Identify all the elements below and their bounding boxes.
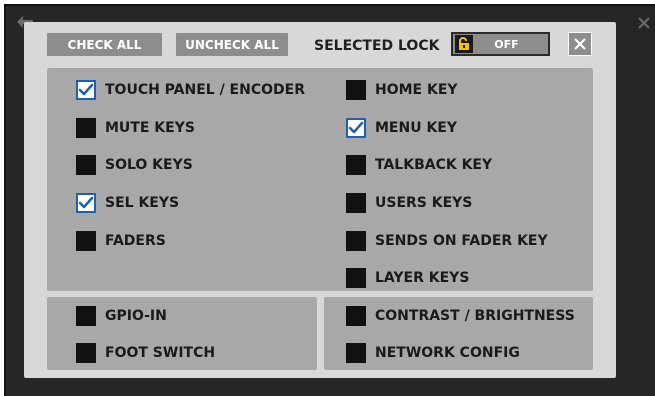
lock-dialog: CHECK ALL UNCHECK ALL SELECTED LOCK OFF …	[24, 22, 616, 378]
lock-item-network-config[interactable]: NETWORK CONFIG	[346, 342, 520, 364]
checkbox-home-key[interactable]	[346, 80, 366, 100]
checkbox-network-config[interactable]	[346, 343, 366, 363]
checkmark-icon	[78, 83, 94, 96]
selected-lock-toggle[interactable]: OFF	[451, 32, 550, 56]
lock-item-label: HOME KEY	[375, 82, 458, 98]
selected-lock-label: SELECTED LOCK	[314, 38, 440, 54]
checkbox-gpio-in[interactable]	[76, 306, 96, 326]
close-icon	[574, 38, 586, 50]
checkbox-sends-on-fader-key[interactable]	[346, 231, 366, 251]
checkbox-solo-keys[interactable]	[76, 155, 96, 175]
lock-item-label: NETWORK CONFIG	[375, 345, 520, 361]
lock-item-label: MUTE KEYS	[105, 120, 195, 136]
checkbox-menu-key[interactable]	[346, 118, 366, 138]
lock-item-label: CONTRAST / BRIGHTNESS	[375, 308, 575, 324]
lock-item-label: TOUCH PANEL / ENCODER	[105, 82, 305, 98]
lock-item-label: GPIO-IN	[105, 308, 167, 324]
lock-item-label: SENDS ON FADER KEY	[375, 233, 548, 249]
lock-item-label: FOOT SWITCH	[105, 345, 216, 361]
lock-item-gpio-in[interactable]: GPIO-IN	[76, 305, 167, 327]
lock-item-talkback-key[interactable]: TALKBACK KEY	[346, 154, 492, 176]
background-close-icon[interactable]	[636, 15, 652, 31]
lock-item-label: USERS KEYS	[375, 195, 473, 211]
checkbox-touch-panel-encoder[interactable]	[76, 80, 96, 100]
checkmark-icon	[78, 196, 94, 209]
lock-item-label: SOLO KEYS	[105, 157, 193, 173]
lock-state-text: OFF	[494, 37, 519, 51]
checkbox-foot-switch[interactable]	[76, 343, 96, 363]
lock-item-foot-switch[interactable]: FOOT SWITCH	[76, 342, 215, 364]
padlock-open-icon	[455, 35, 473, 53]
lock-item-users-keys[interactable]: USERS KEYS	[346, 192, 472, 214]
checkbox-faders[interactable]	[76, 231, 96, 251]
uncheck-all-button[interactable]: UNCHECK ALL	[176, 33, 288, 56]
checkbox-contrast-brightness[interactable]	[346, 306, 366, 326]
lock-item-menu-key[interactable]: MENU KEY	[346, 117, 457, 139]
lock-item-label: TALKBACK KEY	[375, 157, 493, 173]
checkbox-layer-keys[interactable]	[346, 268, 366, 288]
lock-item-faders[interactable]: FADERS	[76, 230, 166, 252]
main-lock-panel	[47, 68, 593, 291]
lock-item-label: SEL KEYS	[105, 195, 180, 211]
lock-item-label: LAYER KEYS	[375, 270, 470, 286]
checkbox-talkback-key[interactable]	[346, 155, 366, 175]
checkbox-mute-keys[interactable]	[76, 118, 96, 138]
lock-item-label: MENU KEY	[375, 120, 458, 136]
close-button[interactable]	[568, 32, 592, 56]
lock-item-touch-panel-encoder[interactable]: TOUCH PANEL / ENCODER	[76, 79, 305, 101]
lock-item-layer-keys[interactable]: LAYER KEYS	[346, 267, 469, 289]
lock-item-solo-keys[interactable]: SOLO KEYS	[76, 154, 193, 176]
lock-item-label: FADERS	[105, 233, 166, 249]
lock-item-contrast-brightness[interactable]: CONTRAST / BRIGHTNESS	[346, 305, 575, 327]
lock-item-sel-keys[interactable]: SEL KEYS	[76, 192, 179, 214]
checkbox-users-keys[interactable]	[346, 193, 366, 213]
lock-item-mute-keys[interactable]: MUTE KEYS	[76, 117, 195, 139]
lock-item-home-key[interactable]: HOME KEY	[346, 79, 458, 101]
lock-item-sends-on-fader-key[interactable]: SENDS ON FADER KEY	[346, 230, 548, 252]
checkbox-sel-keys[interactable]	[76, 193, 96, 213]
checkmark-icon	[348, 121, 364, 134]
check-all-button[interactable]: CHECK ALL	[47, 33, 162, 56]
